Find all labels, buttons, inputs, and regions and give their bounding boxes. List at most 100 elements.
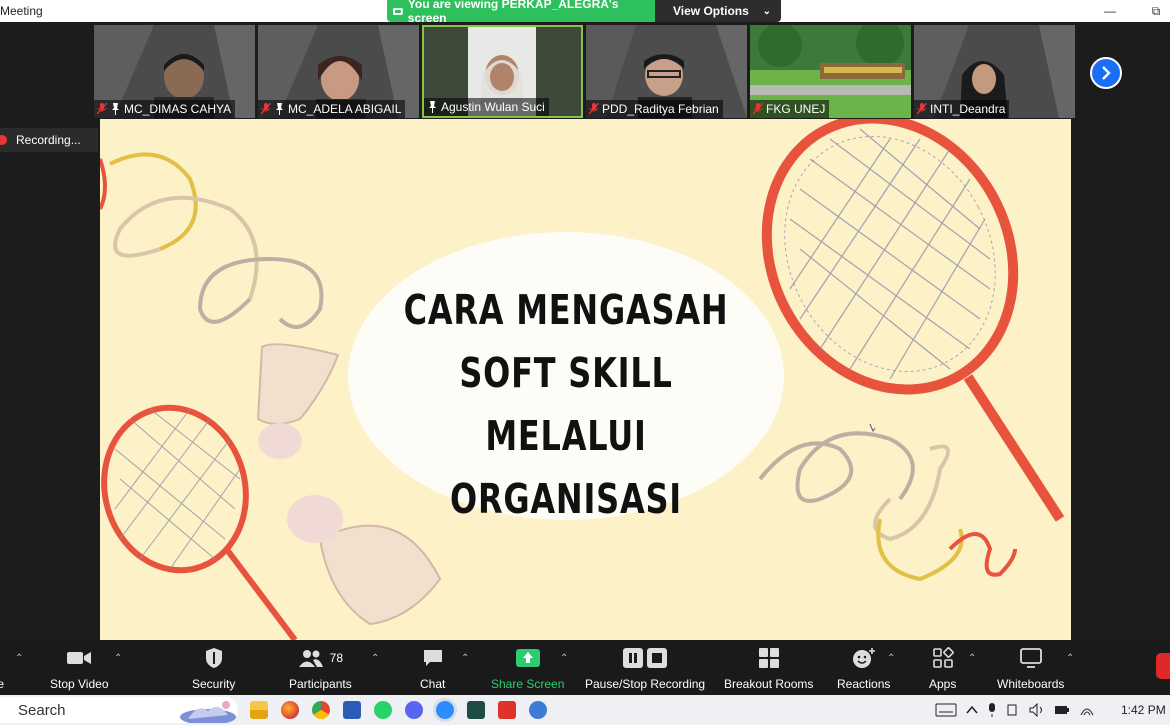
stop-video-label: Stop Video [50,677,109,691]
security-label: Security [192,677,236,691]
racket-right-illustration [761,119,1065,522]
wifi-icon[interactable] [1079,703,1095,717]
participants-button[interactable]: 78 Participants [289,645,352,693]
chevron-up-icon[interactable]: ⌃ [1066,653,1074,664]
chat-icon [423,650,442,666]
mic-muted-icon [97,103,107,115]
mic-muted-icon [917,103,927,115]
restore-button[interactable]: ⧉ [1136,0,1170,22]
whiteboard-icon [1019,648,1042,668]
participant-name: FKG UNEJ [766,102,826,116]
apps-label: Apps [929,677,957,691]
chevron-up-icon[interactable]: ⌃ [887,653,895,664]
chevron-up-icon[interactable] [966,705,978,715]
participants-label: Participants [289,677,352,691]
share-indicator-icon [393,8,403,15]
chevron-up-icon[interactable]: ⌃ [560,653,568,664]
video-camera-icon [67,652,92,664]
participant-tile[interactable]: FKG UNEJ [750,25,911,118]
pause-stop-icon [623,648,668,668]
share-screen-button[interactable]: Share Screen [491,645,564,693]
meeting-toolbar: te ⌃ Stop Video ⌃ Security 78 Participan… [0,641,1170,695]
chevron-right-icon [1102,66,1111,80]
chrome-icon[interactable] [312,701,330,719]
participant-name-tag: PDD_Raditya Febrian [586,100,723,118]
title-bar: Meeting You are viewing PERKAP_ALEGRA's … [0,0,1170,25]
reactions-button[interactable]: Reactions [837,645,890,693]
view-options-label: View Options [673,4,749,18]
participant-name: MC_ADELA ABIGAIL [288,102,402,116]
next-participants-button[interactable] [1090,57,1122,89]
word-icon[interactable] [343,701,361,719]
zoom-icon[interactable] [436,701,454,719]
participant-tile[interactable]: MC_ADELA ABIGAIL [258,25,419,118]
smiley-plus-icon [852,648,875,668]
firefox-icon[interactable] [281,701,299,719]
slide-title-line: CARA MENGASAH [403,286,729,334]
mic-muted-icon [589,103,599,115]
participant-name-tag: MC_DIMAS CAHYA [94,100,236,118]
shuttlecock-illustration [256,343,340,459]
pin-icon [429,101,436,113]
recording-label: Recording... [16,133,81,147]
taskbar-clock[interactable]: 1:42 PM [1121,703,1166,717]
participant-tile-active-speaker[interactable]: Agustin Wulan Suci [422,25,583,118]
whiteboards-button[interactable]: Whiteboards [997,645,1064,693]
battery-icon[interactable] [1054,705,1070,715]
view-options-button[interactable]: View Options ⌄ [655,0,781,22]
recording-indicator: Recording... [0,128,98,152]
zoom-meeting-window: Meeting You are viewing PERKAP_ALEGRA's … [0,0,1170,725]
reactions-label: Reactions [837,677,891,691]
share-screen-icon [515,649,540,667]
participant-name: Agustin Wulan Suci [441,100,545,114]
security-button[interactable]: Security [192,645,235,693]
stop-video-button[interactable]: Stop Video [50,645,109,693]
pause-stop-recording-label: Pause/Stop Recording [585,677,706,691]
participant-tile[interactable]: INTI_Deandra [914,25,1075,118]
chevron-up-icon[interactable]: ⌃ [15,653,23,664]
participant-tile[interactable]: MC_DIMAS CAHYA [94,25,255,118]
microphone-icon[interactable] [987,702,997,718]
participant-tile[interactable]: PDD_Raditya Febrian [586,25,747,118]
chevron-up-icon[interactable]: ⌃ [461,653,469,664]
participants-count: 78 [329,651,344,665]
breakout-rooms-label: Breakout Rooms [724,677,814,691]
apps-icon [932,647,954,668]
participants-icon [298,650,323,667]
minimize-button[interactable]: — [1090,0,1130,22]
device-icon[interactable] [1006,703,1020,717]
mic-muted-icon [753,103,763,115]
breakout-rooms-icon [758,648,779,668]
share-screen-label: Share Screen [491,677,565,691]
browser-icon[interactable] [529,701,547,719]
capcut-icon[interactable] [467,701,485,719]
end-meeting-button[interactable] [1156,653,1170,679]
pin-icon [276,103,283,115]
taskbar-search-box[interactable]: Search [0,697,238,723]
mute-button[interactable]: te [0,645,4,693]
whatsapp-icon[interactable] [374,701,392,719]
chevron-up-icon[interactable]: ⌃ [371,653,379,664]
keyboard-icon[interactable] [935,703,957,717]
chevron-up-icon[interactable]: ⌃ [114,653,122,664]
pin-icon [112,103,119,115]
mute-label: te [0,677,5,691]
participant-name: PDD_Raditya Febrian [602,102,719,116]
discord-icon[interactable] [405,701,423,719]
wps-icon[interactable] [498,701,516,719]
pause-stop-recording-button[interactable]: Pause/Stop Recording [585,645,705,693]
participant-name: MC_DIMAS CAHYA [124,102,232,116]
chevron-down-icon: ⌄ [762,5,771,17]
search-highlight-illustration [180,701,236,723]
participant-thumbnail-strip: MC_DIMAS CAHYA MC_ADELA ABIGAIL Agustin … [94,25,1075,118]
speaker-icon[interactable] [1029,703,1045,717]
apps-button[interactable]: Apps [929,645,956,693]
participant-name-tag: INTI_Deandra [914,100,1010,118]
window-title: Meeting [0,4,43,18]
chat-button[interactable]: Chat [420,645,445,693]
file-explorer-icon[interactable] [250,701,268,719]
chevron-up-icon[interactable]: ⌃ [968,653,976,664]
breakout-rooms-button[interactable]: Breakout Rooms [724,645,813,693]
slide-title-line: ORGANISASI [449,475,682,523]
shield-icon [205,648,222,668]
